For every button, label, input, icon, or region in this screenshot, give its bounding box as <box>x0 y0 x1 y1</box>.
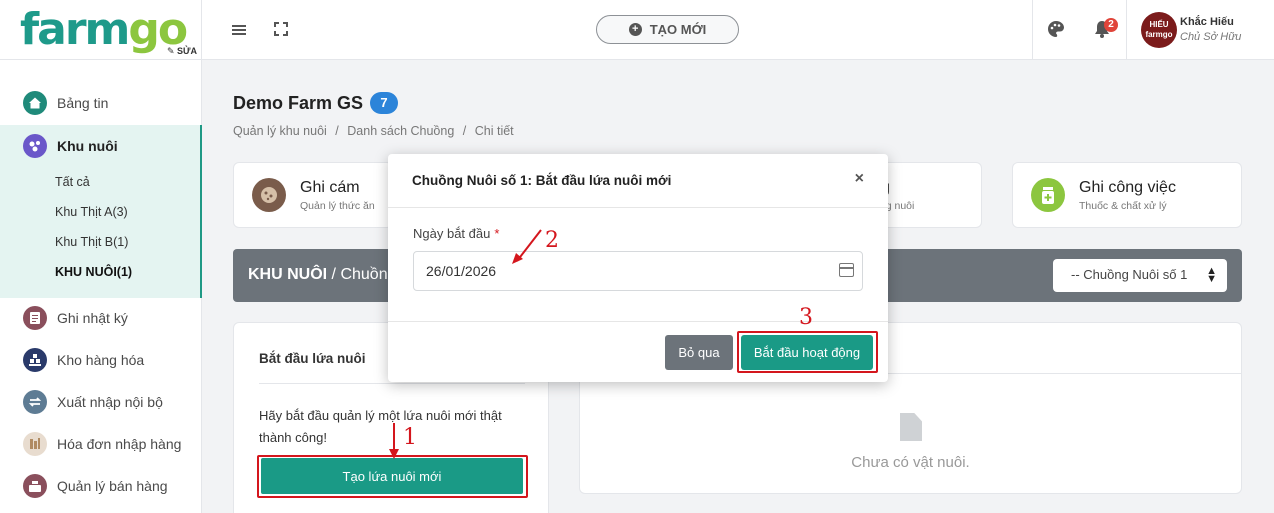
annotation-arrows <box>389 229 542 459</box>
annotation-number-1: 1 <box>403 425 417 450</box>
annotation-number-3: 3 <box>799 305 813 330</box>
annotation-number-2: 2 <box>545 228 559 253</box>
